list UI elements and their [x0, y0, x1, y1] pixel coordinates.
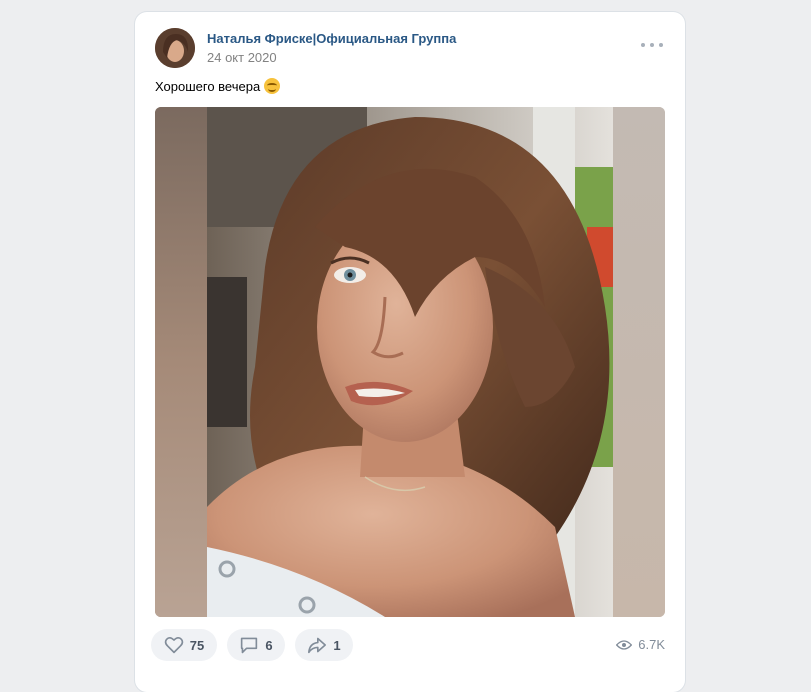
heart-icon [164, 637, 183, 654]
comment-count: 6 [265, 637, 273, 653]
share-arrow-icon [308, 637, 327, 654]
post-text-content: Хорошего вечера [155, 78, 261, 94]
smile-icon [264, 78, 281, 94]
views-count: 6.7K [638, 637, 665, 652]
eye-icon [616, 639, 633, 650]
author-avatar[interactable] [155, 28, 195, 68]
post-date[interactable]: 24 окт 2020 [207, 50, 277, 65]
like-button[interactable]: 75 [151, 629, 217, 661]
views-counter: 6.7K [616, 637, 665, 652]
like-count: 75 [189, 637, 205, 653]
comment-button[interactable]: 6 [227, 629, 285, 661]
more-dots-icon[interactable] [641, 40, 663, 50]
avatar-image [155, 28, 195, 68]
share-button[interactable]: 1 [295, 629, 353, 661]
post-text: Хорошего вечера [155, 78, 281, 94]
photo-illustration [155, 107, 665, 617]
share-count: 1 [333, 637, 341, 653]
post-card: Наталья Фриске|Официальная Группа 24 окт… [135, 12, 685, 692]
portrait-photo[interactable] [155, 107, 665, 617]
comment-icon [241, 637, 258, 654]
author-name-link[interactable]: Наталья Фриске|Официальная Группа [207, 31, 456, 46]
